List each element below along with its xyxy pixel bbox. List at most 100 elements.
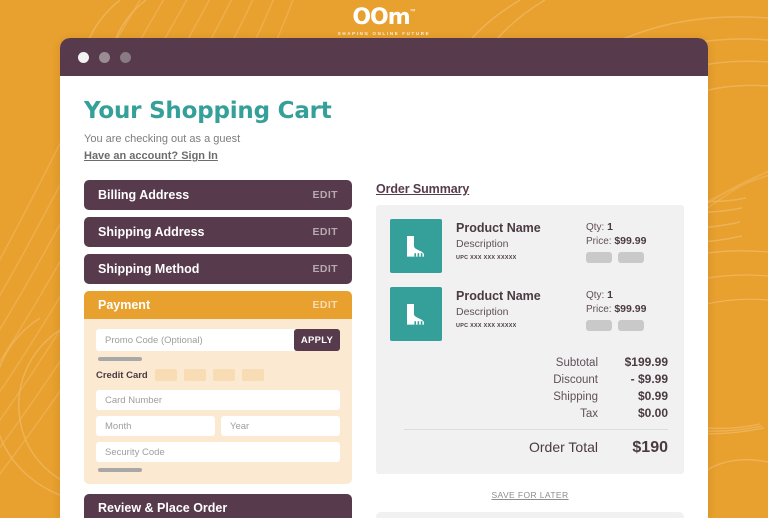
card-brand-icon-1[interactable] [154, 369, 177, 381]
order-summary-column: Order Summary Product Name Description U… [376, 180, 684, 518]
product-name: Product Name [456, 221, 541, 235]
order-item-row: Product Name Description UPC XXX XXX XXX… [390, 219, 668, 273]
product-action-buttons [586, 252, 668, 263]
product-thumbnail[interactable] [390, 219, 442, 273]
total-row-shipping: Shipping $0.99 [390, 389, 668, 403]
order-item-row: Product Name Description UPC XXX XXX XXX… [390, 287, 668, 341]
accordion-label: Shipping Address [98, 225, 205, 239]
qty-value: 1 [607, 289, 613, 301]
security-code-input[interactable]: Security Code [96, 442, 340, 462]
payment-footer-bar [98, 468, 142, 472]
product-pricing: Qty: 1 Price: $99.99 [586, 219, 668, 263]
product-info: Product Name Description UPC XXX XXX XXX… [442, 219, 586, 261]
expiry-row: Month Year [96, 416, 340, 442]
product-action-buttons [586, 320, 668, 331]
edit-shipping-method-button[interactable]: EDIT [312, 263, 338, 275]
promo-code-input[interactable]: Promo Code (Optional) [96, 329, 297, 351]
order-summary-title: Order Summary [376, 182, 470, 196]
order-totals: Subtotal $199.99 Discount - $9.99 Shippi… [390, 355, 668, 457]
checkout-page: Your Shopping Cart You are checking out … [60, 76, 708, 518]
total-label: Discount [553, 374, 598, 386]
total-value: - $9.99 [630, 372, 668, 386]
product-price: Price: $99.99 [586, 235, 668, 247]
product-pricing: Qty: 1 Price: $99.99 [586, 287, 668, 331]
trademark-symbol: ™ [409, 8, 416, 15]
qty-label: Qty: [586, 290, 605, 301]
payment-panel-header[interactable]: Payment EDIT [84, 291, 352, 319]
accordion-shipping-address[interactable]: Shipping Address EDIT [84, 217, 352, 247]
product-upc: UPC XXX XXX XXXXX [456, 323, 517, 329]
payment-panel: Payment EDIT Promo Code (Optional) APPLY… [84, 291, 352, 484]
sign-in-link[interactable]: Have an account? Sign In [84, 150, 218, 162]
card-brand-icon-3[interactable] [212, 369, 235, 381]
credit-card-label: Credit Card [96, 369, 148, 381]
expiry-month-input[interactable]: Month [96, 416, 215, 436]
order-summary-panel: Product Name Description UPC XXX XXX XXX… [376, 205, 684, 474]
accordion-label: Shipping Method [98, 262, 200, 276]
edit-shipping-address-button[interactable]: EDIT [312, 226, 338, 238]
review-place-order-button[interactable]: Review & Place Order [84, 494, 352, 518]
payment-title: Payment [98, 298, 151, 312]
card-brand-icon-2[interactable] [183, 369, 206, 381]
total-label: Subtotal [555, 357, 598, 369]
accordion-label: Billing Address [98, 188, 190, 202]
total-row-subtotal: Subtotal $199.99 [390, 355, 668, 369]
total-row-tax: Tax $0.00 [390, 406, 668, 420]
product-qty: Qty: 1 [586, 289, 668, 301]
product-description: Description [456, 238, 509, 250]
window-dot-minimize[interactable] [99, 51, 110, 63]
window-titlebar [60, 38, 708, 76]
payment-form: Promo Code (Optional) APPLY Credit Card … [84, 319, 352, 484]
safety-security-badges: Safety & Security Badges [376, 512, 684, 518]
total-row-discount: Discount - $9.99 [390, 372, 668, 386]
logo-wordmark: OOm [352, 4, 410, 30]
checkout-columns: Billing Address EDIT Shipping Address ED… [84, 180, 684, 518]
total-value: $0.00 [637, 406, 668, 420]
guest-checkout-text: You are checking out as a guest [84, 133, 241, 145]
total-value: $199.99 [624, 355, 668, 369]
logo-tagline: Shaping Online Future [337, 30, 431, 36]
total-value: $0.99 [637, 389, 668, 403]
page-title: Your Shopping Cart [84, 98, 332, 124]
product-name: Product Name [456, 289, 541, 303]
price-value: $99.99 [614, 235, 647, 247]
price-label: Price: [586, 304, 612, 315]
order-total-value: $190 [632, 439, 668, 456]
brand-logo: OOm ™ Shaping Online Future [0, 4, 768, 38]
accordion-shipping-method[interactable]: Shipping Method EDIT [84, 254, 352, 284]
window-dot-close[interactable] [78, 51, 89, 63]
window-dot-maximize[interactable] [120, 51, 131, 63]
boot-icon [407, 304, 424, 325]
total-label: Tax [580, 408, 598, 420]
save-for-later-link[interactable]: SAVE FOR LATER [491, 490, 568, 500]
price-value: $99.99 [614, 303, 647, 315]
product-qty: Qty: 1 [586, 221, 668, 233]
expiry-year-input[interactable]: Year [221, 416, 340, 436]
save-for-later-wrap: SAVE FOR LATER [376, 485, 684, 503]
totals-divider [404, 429, 668, 430]
promo-divider-bar [98, 357, 142, 361]
checkout-steps-column: Billing Address EDIT Shipping Address ED… [84, 180, 352, 518]
card-number-input[interactable]: Card Number [96, 390, 340, 410]
qty-label: Qty: [586, 222, 605, 233]
edit-billing-address-button[interactable]: EDIT [312, 189, 338, 201]
edit-payment-button[interactable]: EDIT [312, 299, 338, 311]
logo-mark: OOm ™ [352, 4, 416, 30]
total-row-order-total: Order Total $190 [390, 439, 668, 457]
product-remove-button[interactable] [618, 252, 644, 263]
boot-icon [407, 236, 424, 257]
total-label: Shipping [553, 391, 598, 403]
product-edit-button[interactable] [586, 320, 612, 331]
product-edit-button[interactable] [586, 252, 612, 263]
accordion-billing-address[interactable]: Billing Address EDIT [84, 180, 352, 210]
product-description: Description [456, 306, 509, 318]
qty-value: 1 [607, 221, 613, 233]
product-info: Product Name Description UPC XXX XXX XXX… [442, 287, 586, 329]
product-thumbnail[interactable] [390, 287, 442, 341]
product-remove-button[interactable] [618, 320, 644, 331]
product-price: Price: $99.99 [586, 303, 668, 315]
apply-promo-button[interactable]: APPLY [294, 329, 340, 351]
card-brand-icon-4[interactable] [241, 369, 264, 381]
price-label: Price: [586, 236, 612, 247]
order-total-label: Order Total [529, 439, 598, 455]
